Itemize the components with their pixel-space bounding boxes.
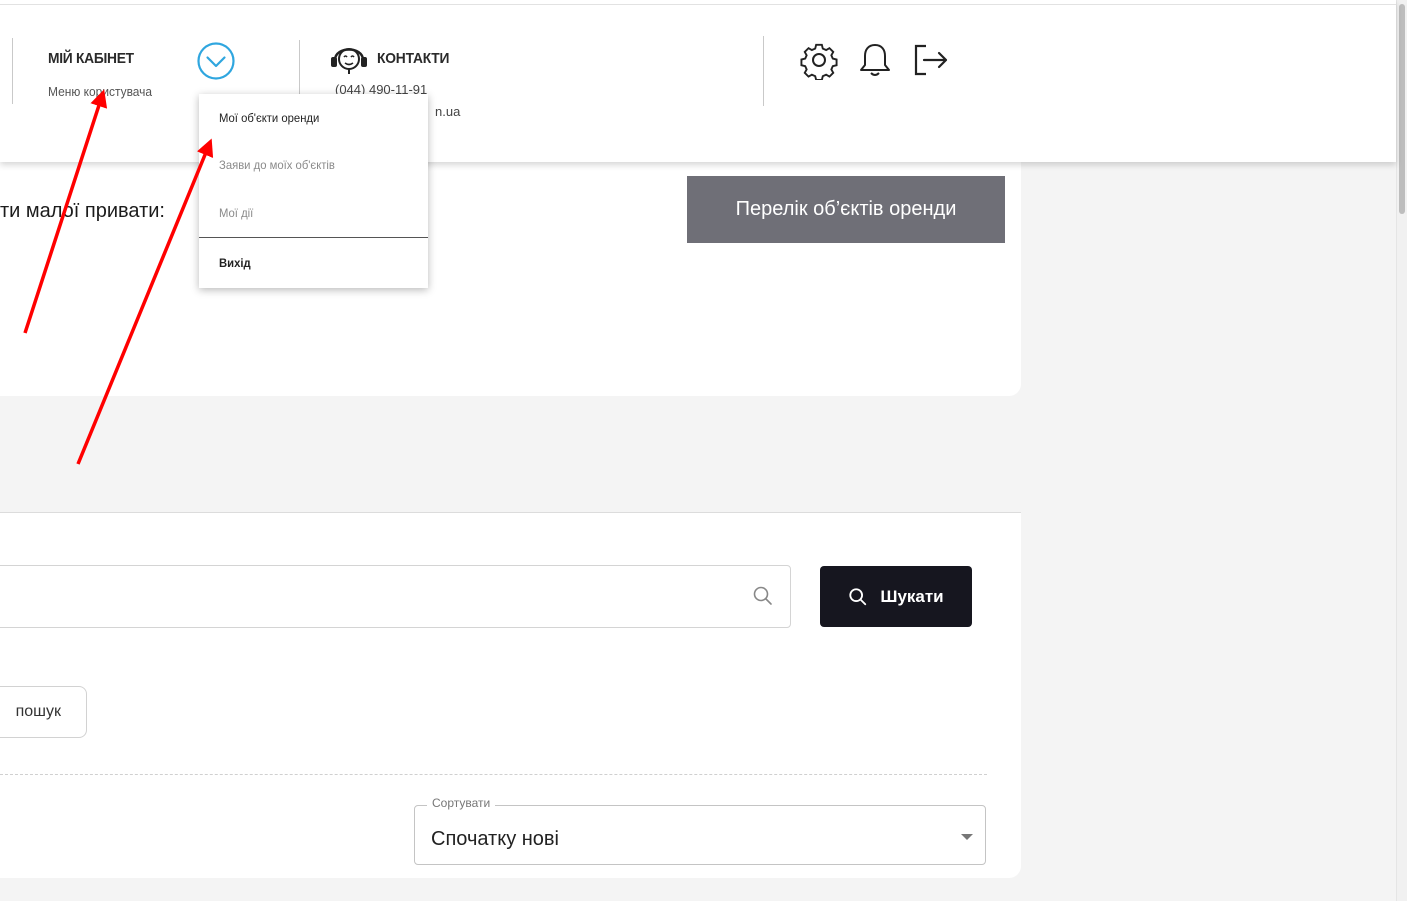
gear-icon[interactable]: [800, 40, 838, 80]
search-icon: [849, 587, 867, 605]
logout-icon[interactable]: [912, 40, 950, 80]
my-cabinet-title[interactable]: МІЙ КАБІНЕТ: [48, 50, 134, 67]
header-divider: [763, 36, 764, 106]
menu-item-my-actions[interactable]: Мої дії: [219, 206, 253, 220]
caret-down-icon: [961, 834, 973, 840]
headset-icon: [331, 48, 367, 74]
advanced-search-button[interactable]: пошук: [0, 686, 87, 738]
search-button[interactable]: Шукати: [820, 566, 972, 627]
search-input-wrapper: [0, 565, 791, 628]
header-divider: [12, 38, 13, 104]
user-dropdown-menu: Мої об'єкти оренди Заяви до моїх об'єкті…: [199, 94, 428, 288]
header-top-line: [0, 4, 1396, 5]
chevron-down-icon[interactable]: [196, 41, 236, 81]
menu-item-applications[interactable]: Заяви до моїх об'єктів: [219, 158, 335, 172]
search-input[interactable]: [0, 566, 741, 627]
contacts-title: КОНТАКТИ: [377, 50, 450, 67]
scrollbar-thumb[interactable]: [1399, 4, 1405, 214]
sort-selected-value: Спочатку нові: [431, 828, 559, 850]
menu-item-logout[interactable]: Вихід: [219, 256, 251, 270]
menu-divider: [199, 237, 428, 238]
menu-item-my-rental-objects[interactable]: Мої об'єкти оренди: [219, 111, 319, 125]
sort-label: Сортувати: [427, 796, 496, 810]
sort-select[interactable]: Сортувати Спочатку нові: [414, 796, 986, 865]
search-button-label: Шукати: [880, 586, 944, 606]
intro-text: ти малої привати:: [0, 200, 165, 222]
search-icon[interactable]: [752, 585, 774, 607]
user-menu-subtitle: Меню користувача: [48, 84, 153, 99]
bell-icon[interactable]: [856, 40, 894, 80]
dashed-divider: [0, 774, 987, 775]
rental-objects-list-button[interactable]: Перелік об’єктів оренди: [687, 176, 1005, 243]
